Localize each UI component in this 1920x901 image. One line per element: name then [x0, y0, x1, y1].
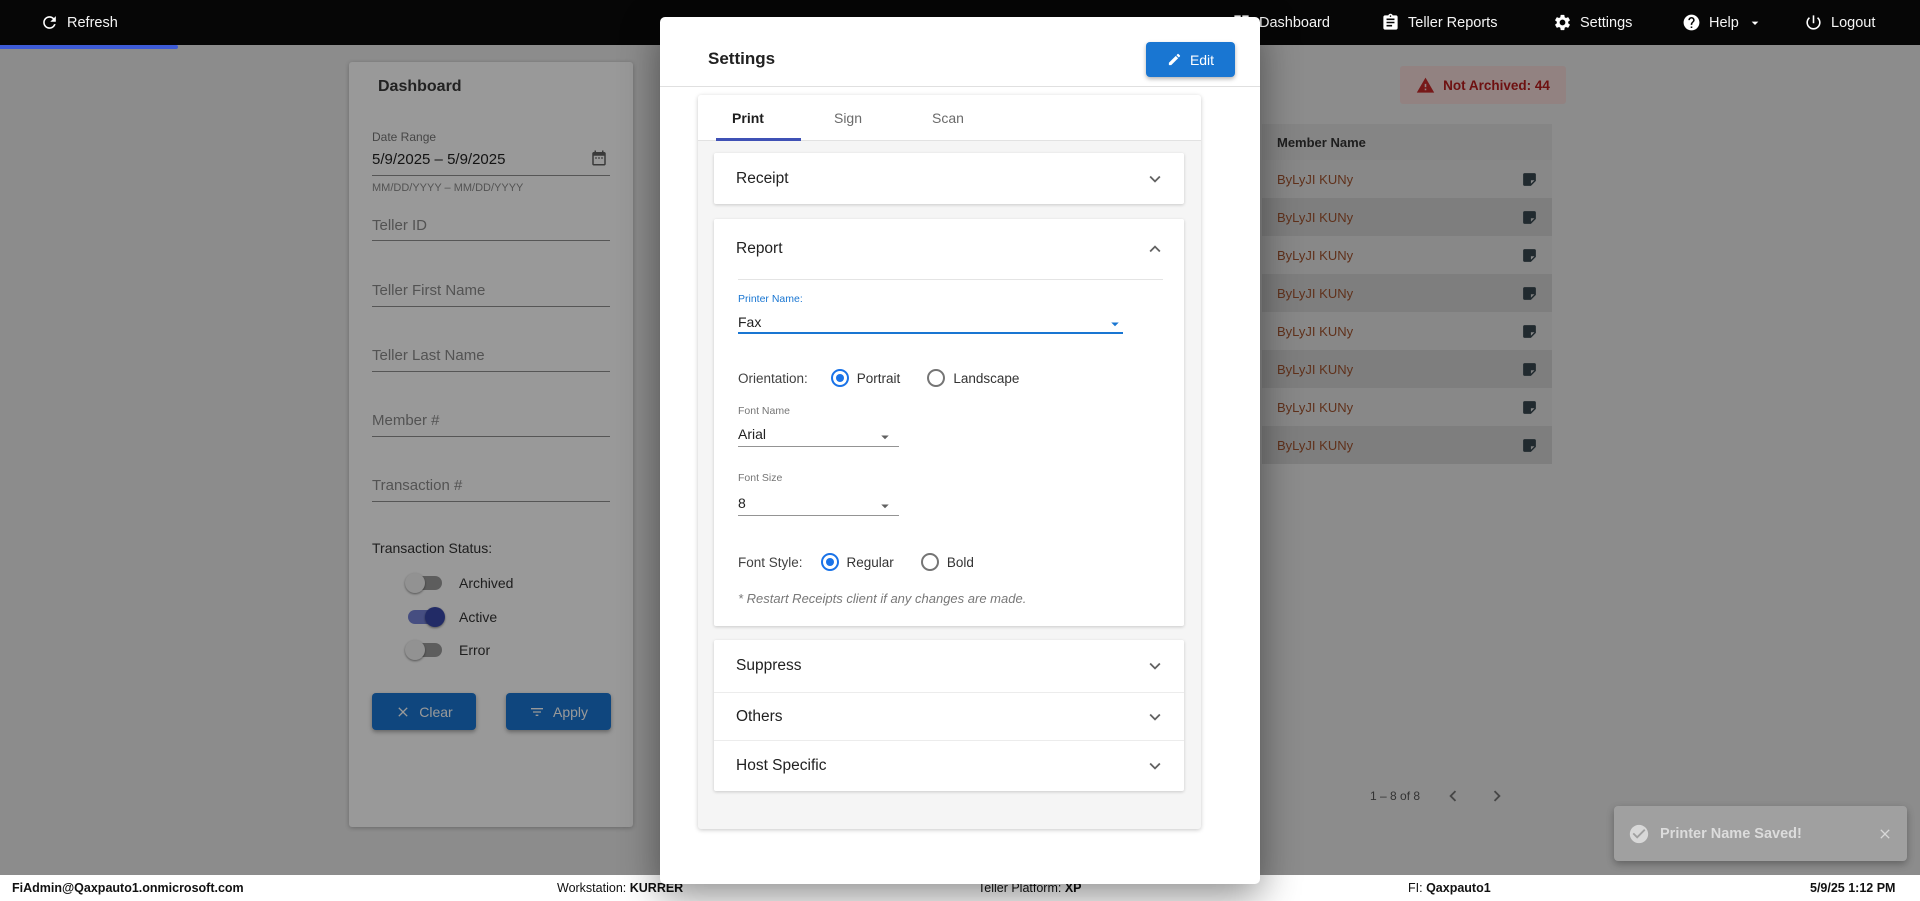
accordion-group: Suppress Others Host Specific [714, 640, 1184, 791]
pencil-icon [1167, 52, 1182, 67]
settings-card: Print Sign Scan Receipt Report Printer N… [698, 95, 1201, 829]
active-nav-indicator [0, 45, 178, 49]
status-user: FiAdmin@Qaxpauto1.onmicrosoft.com [12, 881, 244, 895]
font-style-bold-radio[interactable] [920, 553, 939, 571]
restart-note: * Restart Receipts client if any changes… [738, 591, 1027, 606]
nav-settings[interactable]: Settings [1553, 0, 1632, 45]
accordion-report-label: Report [736, 240, 783, 257]
active-tab-indicator [716, 138, 801, 141]
toast-message: Printer Name Saved! [1660, 825, 1802, 842]
status-fi: FI: Qaxpauto1 [1408, 875, 1491, 901]
accordion-suppress-header[interactable]: Suppress [714, 640, 1184, 692]
chevron-up-icon [1144, 238, 1166, 260]
edit-button-label: Edit [1189, 51, 1215, 68]
nav-dashboard-label: Dashboard [1259, 14, 1330, 31]
edit-button[interactable]: Edit [1146, 42, 1235, 77]
nav-settings-label: Settings [1580, 14, 1633, 31]
refresh-button[interactable]: Refresh [40, 0, 118, 45]
accordion-report-header[interactable]: Report [714, 219, 1184, 279]
accordion-others-label: Others [736, 707, 783, 725]
chevron-down-icon [1144, 706, 1166, 728]
font-name-underline [738, 446, 899, 447]
settings-tabbar: Print Sign Scan [698, 95, 1201, 141]
status-fi-label: FI: [1408, 881, 1423, 895]
accordion-host-specific-label: Host Specific [736, 757, 827, 774]
nav-logout[interactable]: Logout [1804, 0, 1875, 45]
font-name-label: Font Name [738, 405, 790, 417]
divider [660, 86, 1260, 87]
settings-dialog: Settings Edit Print Sign Scan Receipt Re… [660, 17, 1260, 884]
divider [738, 279, 1163, 280]
accordion-receipt-label: Receipt [736, 169, 789, 187]
status-datetime: 5/9/25 1:12 PM [1810, 881, 1896, 895]
tab-scan[interactable]: Scan [898, 95, 998, 141]
nav-help-label: Help [1709, 14, 1739, 31]
status-fi-value: Qaxpauto1 [1426, 881, 1491, 895]
printer-name-select[interactable]: Fax [738, 314, 761, 330]
orientation-landscape-label: Landscape [953, 370, 1020, 386]
power-icon [1804, 13, 1823, 32]
gear-icon [1553, 13, 1572, 32]
orientation-portrait-radio[interactable] [830, 369, 849, 387]
orientation-landscape-radio[interactable] [927, 369, 946, 387]
font-size-select[interactable]: 8 [738, 495, 746, 511]
accordion-receipt-header[interactable]: Receipt [714, 153, 1184, 204]
orientation-portrait-label: Portrait [856, 370, 901, 386]
font-style-regular-radio[interactable] [820, 553, 839, 571]
chevron-down-icon [1144, 168, 1166, 190]
accordion-others-header[interactable]: Others [714, 692, 1184, 740]
nav-help[interactable]: Help [1682, 0, 1763, 45]
chevron-down-icon [1144, 655, 1166, 677]
tab-print[interactable]: Print [698, 95, 798, 141]
printer-name-label: Printer Name: [738, 293, 803, 305]
printer-name-underline [738, 332, 1123, 334]
font-style-regular-label: Regular [846, 554, 894, 570]
font-name-select[interactable]: Arial [738, 426, 766, 442]
dialog-title: Settings [708, 49, 776, 68]
toast-close-icon[interactable] [1877, 826, 1893, 842]
font-size-label: Font Size [738, 472, 783, 484]
select-caret-icon[interactable] [1106, 315, 1124, 333]
chevron-down-icon [1144, 755, 1166, 777]
select-caret-icon[interactable] [876, 428, 894, 446]
tab-sign[interactable]: Sign [798, 95, 898, 141]
accordion-report: Report Printer Name: Fax Orientation: Po… [714, 219, 1184, 626]
refresh-label: Refresh [67, 14, 118, 31]
accordion-suppress-label: Suppress [736, 657, 802, 674]
nav-teller-reports[interactable]: Teller Reports [1381, 0, 1497, 45]
toast-snackbar: Printer Name Saved! [1614, 806, 1907, 861]
check-circle-icon [1628, 823, 1650, 845]
nav-teller-reports-label: Teller Reports [1408, 14, 1498, 31]
clipboard-icon [1381, 13, 1400, 32]
caret-down-icon [1747, 15, 1763, 31]
orientation-label: Orientation: [738, 370, 808, 386]
accordion-host-specific-header[interactable]: Host Specific [714, 740, 1184, 791]
accordion-receipt: Receipt [714, 153, 1184, 204]
nav-logout-label: Logout [1831, 14, 1876, 31]
status-workstation-label: Workstation: [557, 881, 627, 895]
font-style-bold-label: Bold [946, 554, 974, 570]
font-size-underline [738, 515, 899, 516]
help-icon [1682, 13, 1701, 32]
refresh-icon [40, 13, 59, 32]
font-style-label: Font Style: [738, 554, 803, 570]
select-caret-icon[interactable] [876, 497, 894, 515]
